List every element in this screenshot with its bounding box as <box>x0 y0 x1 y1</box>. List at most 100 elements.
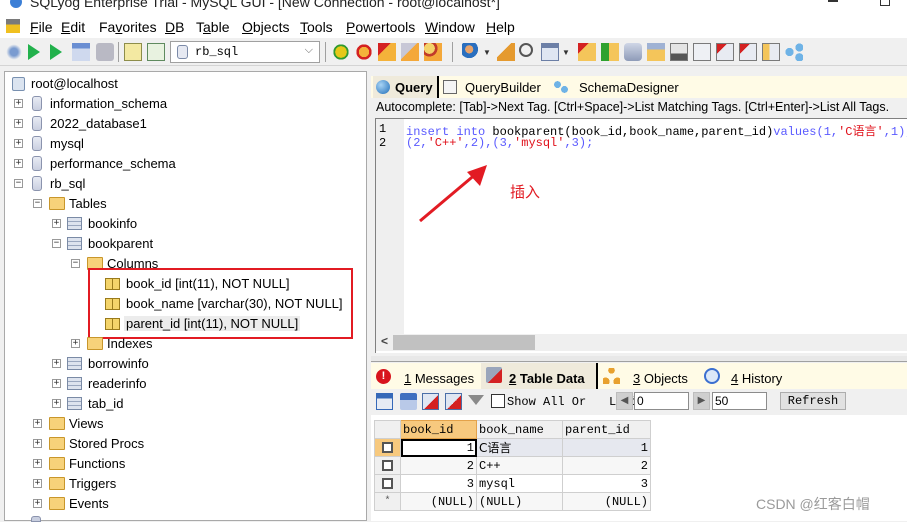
search-icon[interactable] <box>519 43 533 57</box>
migrate-icon[interactable] <box>762 43 780 61</box>
import-icon[interactable] <box>378 43 396 61</box>
notifications-icon[interactable] <box>670 43 688 61</box>
menu-table[interactable]: Table <box>196 19 229 35</box>
clear-icon[interactable] <box>497 43 515 61</box>
table-diag-icon[interactable] <box>716 43 734 61</box>
limit-input[interactable]: 50 <box>712 392 767 410</box>
new-row[interactable]: * (NULL) (NULL) (NULL) <box>374 492 651 511</box>
connect-icon[interactable] <box>5 43 23 61</box>
user-manager-icon[interactable] <box>462 43 480 61</box>
menu-db[interactable]: DB <box>165 19 184 35</box>
cell-book-id[interactable]: (NULL) <box>400 492 477 511</box>
expand-icon[interactable]: + <box>33 499 42 508</box>
expand-icon[interactable]: + <box>14 159 23 168</box>
expand-icon[interactable]: + <box>33 419 42 428</box>
offset-input[interactable]: 0 <box>634 392 689 410</box>
next-page-button[interactable]: ▶ <box>693 392 710 410</box>
refresh-icon[interactable] <box>147 43 165 61</box>
delete-row-icon[interactable] <box>422 393 439 410</box>
collapse-icon[interactable]: − <box>33 199 42 208</box>
schema-designer-icon[interactable] <box>785 43 803 61</box>
schema-sync-icon[interactable] <box>624 43 642 61</box>
dropdown-arrow-icon[interactable]: ▼ <box>483 48 491 57</box>
expand-icon[interactable]: + <box>14 119 23 128</box>
restore-icon[interactable] <box>355 43 373 61</box>
cell-book-id[interactable]: 3 <box>400 474 477 493</box>
menu-edit[interactable]: Edit <box>61 19 85 35</box>
tab-query[interactable]: Query <box>373 76 439 98</box>
collapse-icon[interactable]: − <box>52 239 61 248</box>
collapse-icon[interactable]: − <box>14 179 23 188</box>
cell-book-id[interactable]: 1 <box>400 438 477 457</box>
import-external-icon[interactable] <box>601 43 619 61</box>
collapse-icon[interactable]: − <box>71 259 80 268</box>
execute-edit-icon[interactable] <box>72 43 90 61</box>
data-sync-icon[interactable] <box>647 43 665 61</box>
tab-messages[interactable]: ! 1 Messages <box>373 363 481 389</box>
expand-icon[interactable]: + <box>33 459 42 468</box>
insert-row-icon[interactable] <box>376 393 393 410</box>
menu-help[interactable]: Help <box>486 19 515 35</box>
copy-table-icon[interactable] <box>693 43 711 61</box>
cell-parent-id[interactable]: (NULL) <box>562 492 651 511</box>
cell-book-name[interactable]: C语言 <box>476 438 563 457</box>
execute-query-icon[interactable] <box>28 44 40 60</box>
expand-icon[interactable]: + <box>33 439 42 448</box>
cell-parent-id[interactable]: 3 <box>562 474 651 493</box>
previous-page-button[interactable]: ◀ <box>616 392 633 410</box>
database-selector[interactable]: rb_sql ⌵ <box>170 41 320 63</box>
copy-db-icon[interactable] <box>578 43 596 61</box>
minimize-button[interactable] <box>828 0 838 2</box>
menu-tools[interactable]: Tools <box>300 19 333 35</box>
menu-objects[interactable]: Objects <box>242 19 289 35</box>
show-all-checkbox[interactable] <box>491 394 505 408</box>
menu-window[interactable]: Window <box>425 19 475 35</box>
expand-icon[interactable]: + <box>14 139 23 148</box>
tab-table-data[interactable]: 2 Table Data <box>481 363 598 389</box>
pane-splitter[interactable] <box>371 356 907 362</box>
scheduled-icon[interactable] <box>424 43 442 61</box>
refresh-button[interactable]: Refresh <box>780 392 846 410</box>
sql-editor[interactable]: 1 2 insert into bookparent(book_id,book_… <box>375 118 907 353</box>
column-header-parent-id[interactable]: parent_id <box>562 420 651 439</box>
scroll-left-icon[interactable]: < <box>381 334 388 348</box>
column-header-book-name[interactable]: book_name <box>476 420 563 439</box>
expand-icon[interactable]: + <box>52 399 61 408</box>
column-header-book-id[interactable]: book_id <box>400 420 477 439</box>
table-row[interactable]: 2 C++ 2 <box>374 456 651 475</box>
execute-all-icon[interactable] <box>50 44 62 60</box>
cell-book-id[interactable]: 2 <box>400 456 477 475</box>
filter-icon[interactable] <box>468 395 484 405</box>
dropdown-arrow-icon[interactable]: ▼ <box>562 48 570 57</box>
save-icon[interactable] <box>400 393 417 410</box>
cell-book-name[interactable]: C++ <box>476 456 563 475</box>
table-row[interactable]: 1 C语言 1 <box>374 438 651 457</box>
app-menu-icon[interactable] <box>6 19 20 33</box>
row-select-checkbox[interactable] <box>374 474 401 493</box>
tab-objects[interactable]: 3 Objects <box>600 363 692 389</box>
expand-icon[interactable]: + <box>52 219 61 228</box>
backup-icon[interactable] <box>332 43 350 61</box>
horizontal-scrollbar[interactable]: < <box>376 334 907 351</box>
tab-querybuilder[interactable]: QueryBuilder <box>441 76 549 98</box>
export-icon[interactable] <box>401 43 419 61</box>
menu-file[interactable]: File <box>30 19 53 35</box>
maximize-button[interactable] <box>880 0 890 6</box>
delete-all-icon[interactable] <box>445 393 462 410</box>
cell-parent-id[interactable]: 2 <box>562 456 651 475</box>
new-query-icon[interactable] <box>124 43 142 61</box>
scrollbar-thumb[interactable] <box>393 335 535 350</box>
rebuild-icon[interactable] <box>739 43 757 61</box>
cell-book-name[interactable]: (NULL) <box>476 492 563 511</box>
expand-icon[interactable]: + <box>52 379 61 388</box>
expand-icon[interactable]: + <box>71 339 80 348</box>
menu-powertools[interactable]: Powertools <box>346 19 415 35</box>
table-row[interactable]: 3 mysql 3 <box>374 474 651 493</box>
expand-icon[interactable]: + <box>14 99 23 108</box>
menu-favorites[interactable]: Favorites <box>99 19 157 35</box>
tab-schemadesigner[interactable]: SchemaDesigner <box>551 76 681 98</box>
row-select-checkbox[interactable] <box>374 438 401 457</box>
row-select-checkbox[interactable] <box>374 456 401 475</box>
expand-icon[interactable]: + <box>52 359 61 368</box>
expand-icon[interactable]: + <box>33 479 42 488</box>
